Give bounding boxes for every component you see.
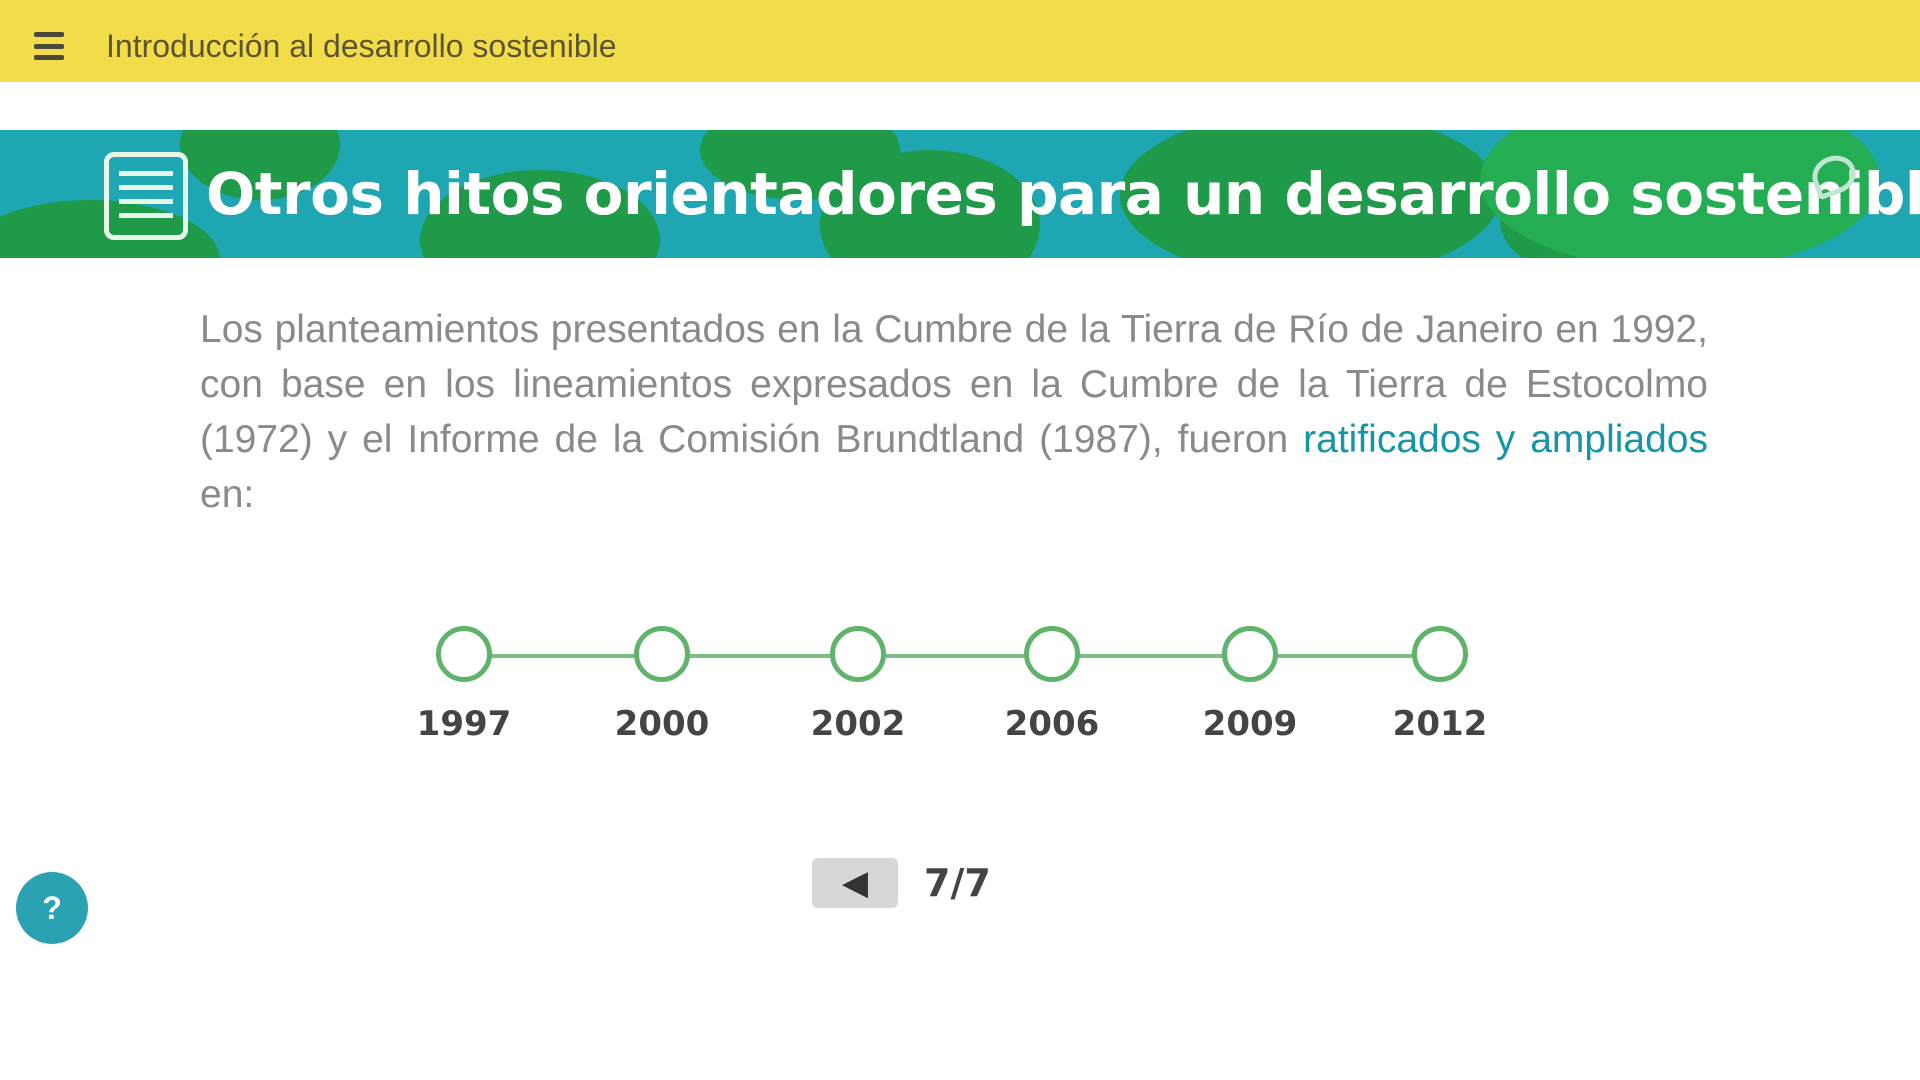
- help-icon: ?: [42, 889, 62, 926]
- ratified-link[interactable]: ratificados y ampliados: [1303, 418, 1708, 461]
- timeline-dot[interactable]: [634, 626, 690, 682]
- timeline-item-2000[interactable]: 2000: [602, 626, 722, 744]
- timeline-dot[interactable]: [436, 626, 492, 682]
- course-title: Introducción al desarrollo sostenible: [106, 28, 617, 64]
- page-indicator: 7/7: [924, 861, 991, 905]
- document-icon: [104, 152, 188, 240]
- timeline-year: 1997: [416, 704, 512, 744]
- section-title: Otros hitos orientadores para un desarro…: [206, 160, 1920, 228]
- timeline-item-2009[interactable]: 2009: [1190, 626, 1310, 744]
- timeline-dot[interactable]: [1222, 626, 1278, 682]
- milestone-timeline: 1997 2000 2002 2006 2009 2012: [417, 626, 1487, 766]
- timeline-year: 2012: [1392, 704, 1488, 744]
- timeline-item-2012[interactable]: 2012: [1380, 626, 1500, 744]
- timeline-item-1997[interactable]: 1997: [404, 626, 524, 744]
- timeline-year: 2009: [1202, 704, 1298, 744]
- timeline-year: 2000: [614, 704, 710, 744]
- previous-page-button[interactable]: ◀: [812, 858, 898, 908]
- intro-suffix: en:: [200, 473, 255, 516]
- hamburger-menu-icon[interactable]: [34, 32, 64, 60]
- section-banner: Otros hitos orientadores para un desarro…: [0, 130, 1920, 258]
- timeline-item-2002[interactable]: 2002: [798, 626, 918, 744]
- timeline-item-2006[interactable]: 2006: [992, 626, 1112, 744]
- top-bar: Introducción al desarrollo sostenible: [0, 0, 1920, 82]
- timeline-dot[interactable]: [1412, 626, 1468, 682]
- timeline-year: 2002: [810, 704, 906, 744]
- timeline-dot[interactable]: [830, 626, 886, 682]
- pager: ◀ 7/7: [812, 858, 991, 908]
- arrow-left-icon: ◀: [841, 864, 869, 902]
- intro-paragraph: Los planteamientos presentados en la Cum…: [200, 302, 1708, 522]
- timeline-dot[interactable]: [1024, 626, 1080, 682]
- timeline-year: 2006: [1004, 704, 1100, 744]
- help-button[interactable]: ?: [16, 872, 88, 944]
